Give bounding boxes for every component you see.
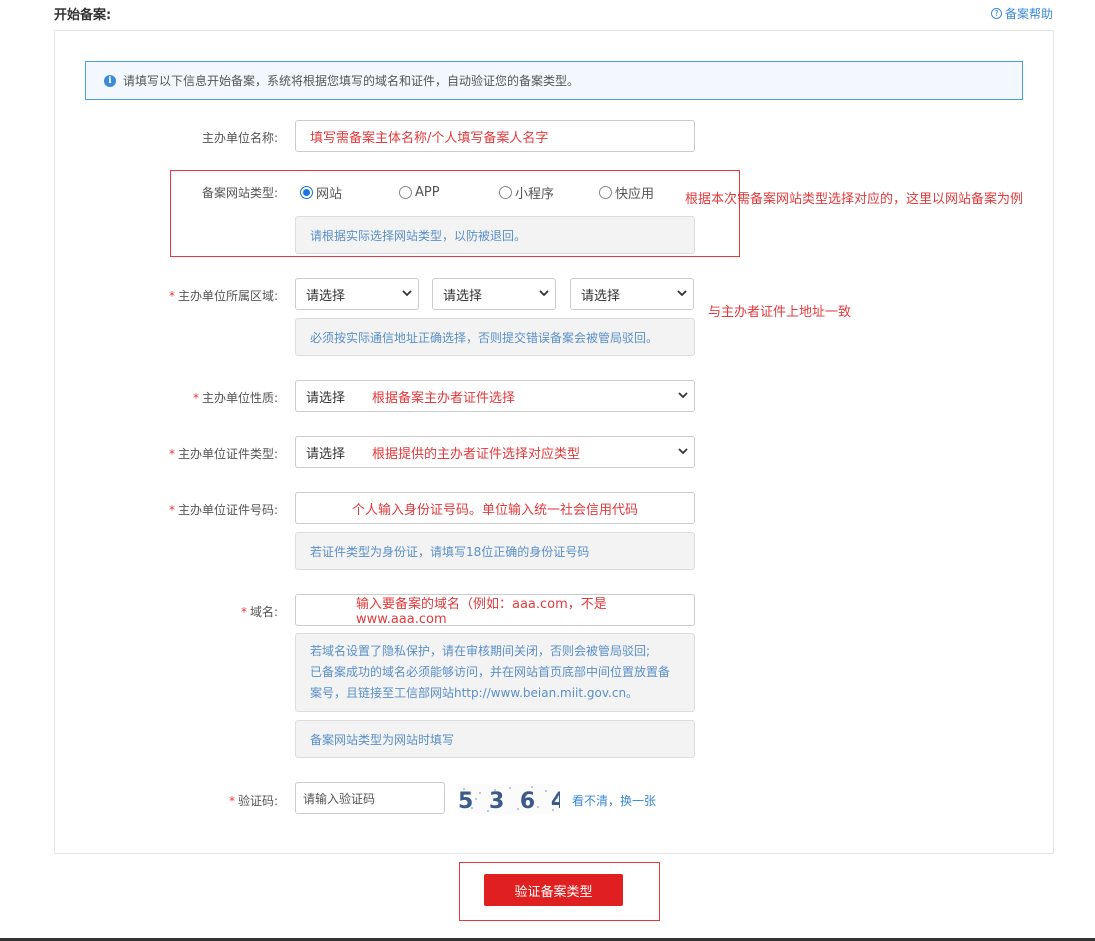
help-label: 备案帮助 [1004,7,1053,21]
domain-label: * 域名: [240,605,278,619]
cert-type-annotation: 根据提供的主办者证件选择对应类型 [372,446,581,462]
site-type-annotation: 根据本次需备案网站类型选择对应的，这里以网站备案为例 [685,192,1024,207]
region-annotation: 与主办者证件上地址一致 [708,305,852,320]
domain-hint: 若域名设置了隐私保护，请在审核期间关闭，否则会被管局驳回; 已备案成功的域名必须… [295,633,695,712]
radio-website[interactable]: 网站 [300,183,399,202]
region-label: * 主办单位所属区域: [168,289,278,303]
site-type-radio-group: 网站 APP 小程序 快应用 [300,183,654,202]
domain-hint-2: 备案网站类型为网站时填写 [295,720,695,758]
city-select[interactable]: 请选择 [432,278,556,310]
domain-input[interactable]: 输入要备案的域名（例如：aaa.com，不是www.aaa.com [295,594,695,627]
chevron-down-icon [539,290,549,297]
radio-icon [499,186,512,199]
info-banner: i 请填写以下信息开始备案，系统将根据您填写的域名和证件，自动验证您的备案类型。 [85,61,1023,100]
cert-type-select[interactable]: 请选择 根据提供的主办者证件选择对应类型 [295,436,695,468]
captcha-refresh-link[interactable]: 看不清，换一张 [572,792,656,809]
page-title: 开始备案: [54,8,112,23]
chevron-down-icon [678,392,688,399]
org-name-label: 主办单位名称: [201,131,278,145]
cert-number-label: * 主办单位证件号码: [168,503,278,517]
chevron-down-icon [677,290,687,297]
info-icon: i [104,74,116,87]
question-icon: ? [990,8,1002,19]
chevron-down-icon [402,290,412,297]
cert-number-input[interactable]: 个人输入身份证号码。单位输入统一社会信用代码 [295,492,695,524]
radio-mini-program[interactable]: 小程序 [499,183,599,202]
domain-annotation: 输入要备案的域名（例如：aaa.com，不是www.aaa.com [356,597,607,627]
district-select[interactable]: 请选择 [570,278,694,310]
site-type-label: 备案网站类型: [201,186,278,200]
info-banner-text: 请填写以下信息开始备案，系统将根据您填写的域名和证件，自动验证您的备案类型。 [123,74,580,88]
cert-number-hint: 若证件类型为身份证，请填写18位正确的身份证号码 [295,532,695,570]
captcha-input[interactable]: 请输入验证码 [295,782,445,814]
verify-button[interactable]: 验证备案类型 [484,874,623,906]
radio-icon [399,186,412,199]
radio-app[interactable]: APP [399,183,499,202]
cert-type-label: * 主办单位证件类型: [168,447,278,461]
captcha-image[interactable]: 5 3 6 4 [458,784,560,814]
org-name-input[interactable]: 填写需备案主体名称/个人填写备案人名字 [295,120,695,152]
radio-selected-icon [300,186,313,199]
captcha-label: * 验证码: [228,794,278,808]
org-nature-select[interactable]: 请选择 根据备案主办者证件选择 [295,380,695,412]
org-nature-label: * 主办单位性质: [192,391,278,405]
captcha-text: 5 3 6 4 [458,789,560,814]
org-nature-annotation: 根据备案主办者证件选择 [372,390,516,406]
radio-icon [599,186,612,199]
region-hint: 必须按实际通信地址正确选择，否则提交错误备案会被管局驳回。 [295,318,695,356]
help-link[interactable]: ? 备案帮助 [990,5,1053,22]
org-name-annotation: 填写需备案主体名称/个人填写备案人名字 [310,130,549,146]
radio-quick-app[interactable]: 快应用 [599,183,654,202]
cert-number-annotation: 个人输入身份证号码。单位输入统一社会信用代码 [351,502,638,518]
chevron-down-icon [678,448,688,455]
province-select[interactable]: 请选择 [295,278,419,310]
site-type-hint: 请根据实际选择网站类型，以防被退回。 [295,216,695,254]
